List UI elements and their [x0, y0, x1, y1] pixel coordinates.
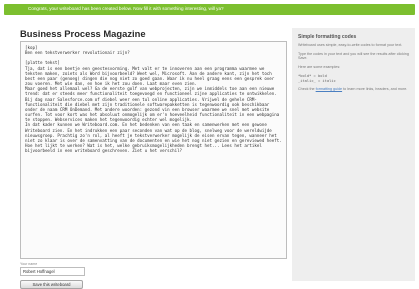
- writeboard-editor[interactable]: [kop] Ben een tekstverwerker revolutiona…: [20, 41, 287, 259]
- notification-banner: Congrats, your writeboard has been creat…: [4, 4, 415, 15]
- editor-text[interactable]: [kop] Ben een tekstverwerker revolutiona…: [25, 45, 282, 153]
- sidebar-title: Simple formatting codes: [298, 34, 357, 40]
- name-field-label: Your name: [20, 262, 38, 266]
- sidebar-intro: Writeboard uses simple, easy-to-write co…: [298, 43, 403, 47]
- page-title: Business Process Magazine: [20, 28, 146, 39]
- main-content: Business Process Magazine [kop] Ben een …: [20, 28, 287, 289]
- sidebar-guide-text: Check the formatting guide to learn more…: [298, 87, 409, 92]
- formatting-sidebar: Simple formatting codes Writeboard uses …: [292, 28, 415, 281]
- sidebar-instructions: Type the codes in your text and you will…: [298, 51, 409, 61]
- format-examples: *bold* = bold _italic_ = italic: [298, 74, 409, 83]
- sidebar-examples-heading: Here are some examples:: [298, 65, 341, 70]
- save-button[interactable]: Save this writeboard: [20, 280, 83, 289]
- banner-message: Congrats, your writeboard has been creat…: [28, 6, 224, 11]
- formatting-guide-link[interactable]: formatting guide: [316, 87, 342, 91]
- name-input[interactable]: Robert Hoffnagel: [20, 267, 85, 276]
- guide-prefix: Check the: [298, 87, 315, 92]
- guide-suffix: to learn more links, headers, and more.: [343, 87, 408, 92]
- format-example-italic: _italic_ = italic: [298, 78, 336, 83]
